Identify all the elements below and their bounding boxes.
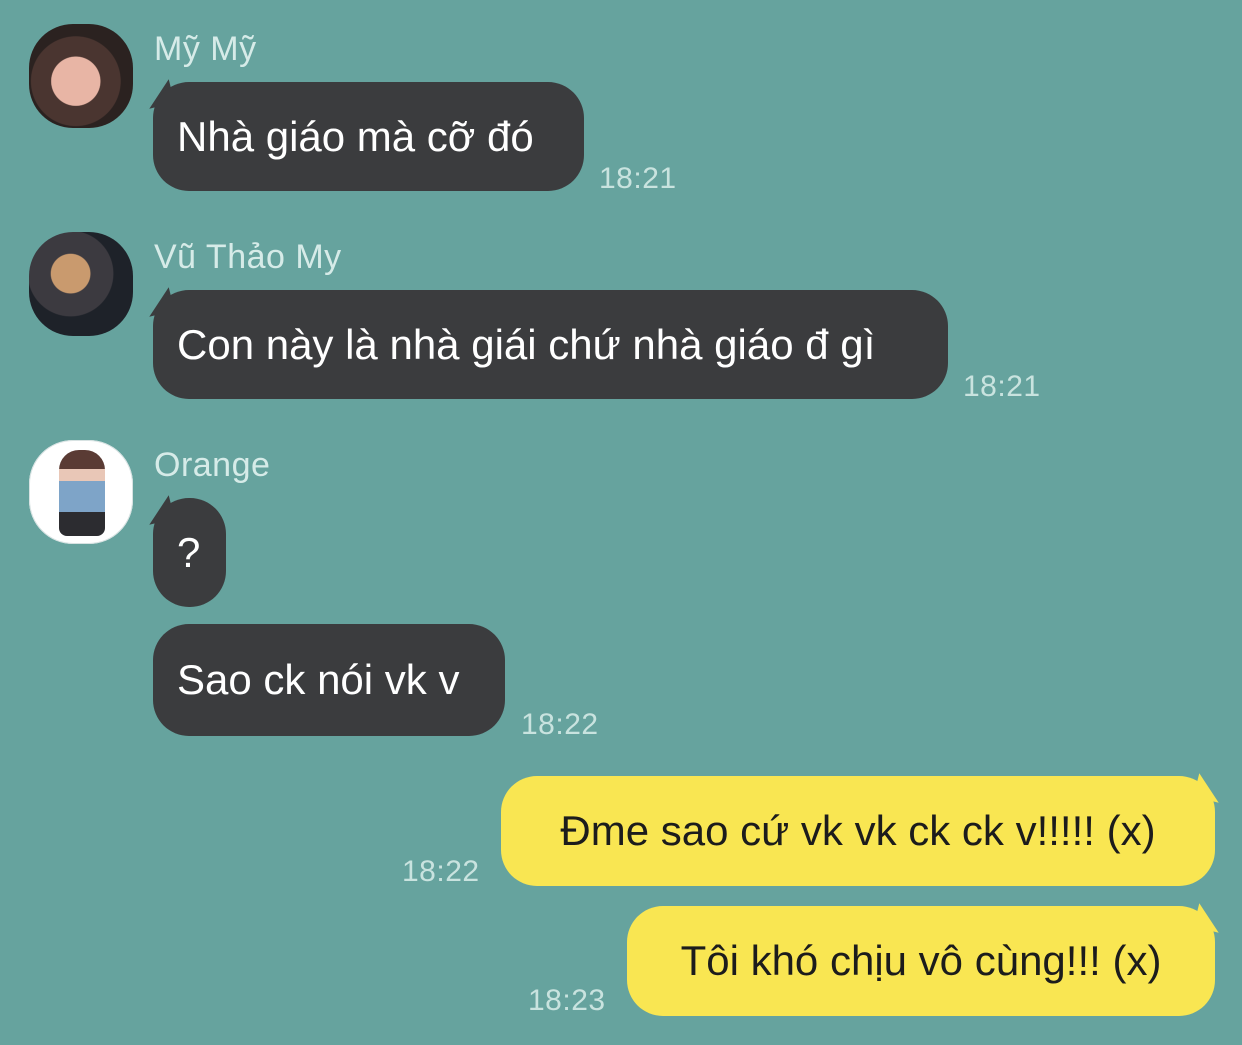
message-bubble[interactable]: ? [153, 498, 226, 607]
message-text: Con này là nhà giái chứ nhà giáo đ gì [177, 320, 876, 368]
sender-name: Orange [154, 446, 271, 484]
avatar-orange[interactable] [29, 440, 133, 544]
message-bubble-outgoing[interactable]: Tôi khó chịu vô cùng!!! (x) [627, 906, 1215, 1016]
message-time: 18:21 [599, 162, 677, 195]
message-text: Sao ck nói vk v [177, 656, 460, 703]
avatar-vu-thao-my[interactable] [29, 232, 133, 336]
message-bubble[interactable]: Sao ck nói vk v [153, 624, 505, 736]
sender-name: Vũ Thảo My [154, 238, 342, 276]
message-text: ? [177, 528, 201, 576]
avatar-my-my[interactable] [29, 24, 133, 128]
message-time: 18:21 [963, 370, 1041, 403]
message-text: Đme sao cứ vk vk ck ck v!!!!! (x) [560, 807, 1156, 854]
message-time: 18:22 [402, 855, 480, 888]
message-time: 18:22 [521, 708, 599, 741]
sender-name: Mỹ Mỹ [154, 30, 257, 68]
message-text: Nhà giáo mà cỡ đó [177, 112, 534, 160]
message-time: 18:23 [528, 984, 606, 1017]
message-bubble[interactable]: Nhà giáo mà cỡ đó [153, 82, 584, 191]
message-bubble[interactable]: Con này là nhà giái chứ nhà giáo đ gì [153, 290, 948, 399]
message-bubble-outgoing[interactable]: Đme sao cứ vk vk ck ck v!!!!! (x) [501, 776, 1215, 886]
message-text: Tôi khó chịu vô cùng!!! (x) [680, 937, 1162, 984]
